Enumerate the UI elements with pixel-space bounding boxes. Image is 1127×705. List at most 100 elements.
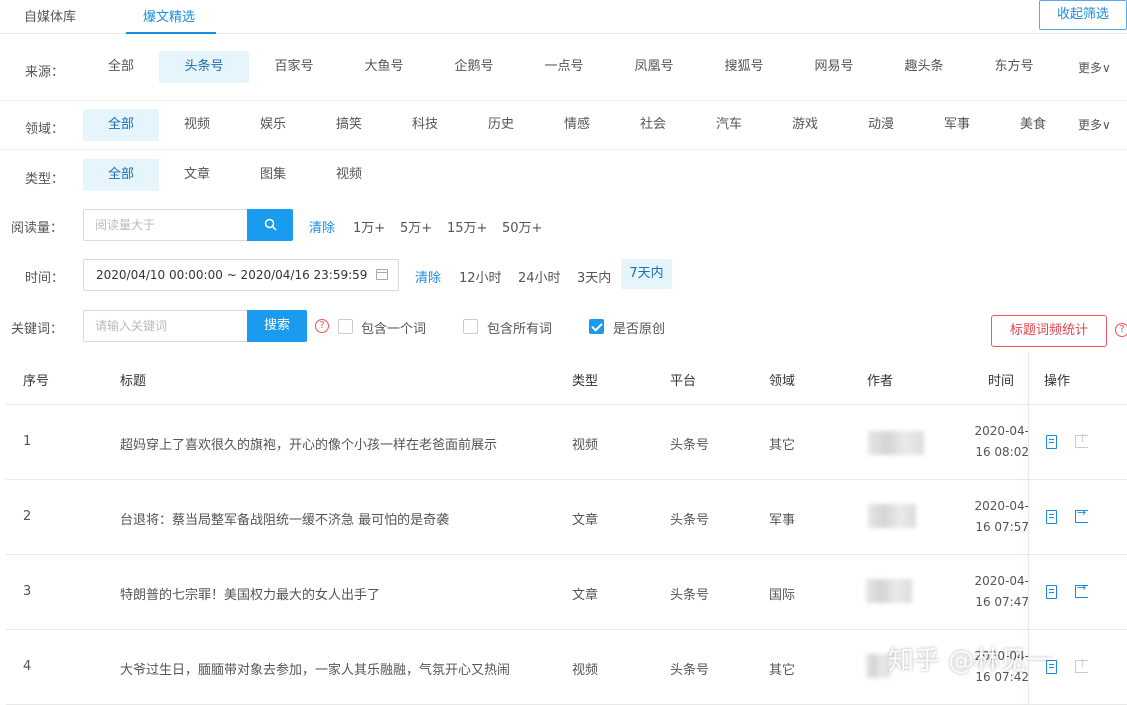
date-range-picker[interactable]: 2020/04/10 00:00:00 ~ 2020/04/16 23:59:5… [83,259,399,291]
domain-option-auto[interactable]: 汽车 [693,109,765,141]
time-preset-12h[interactable]: 12小时 [459,267,502,286]
source-option-qutoutiao[interactable]: 趣头条 [888,51,960,83]
row-platform: 头条号 [670,513,710,528]
col-title: 标题 [120,374,147,389]
source-option-qie[interactable]: 企鹅号 [438,51,510,83]
domain-option-entertainment[interactable]: 娱乐 [237,109,309,141]
col-domain: 领域 [769,374,796,389]
original-only-label: 是否原创 [613,322,666,337]
row-type: 视频 [572,438,599,453]
type-label: 类型： [25,172,65,187]
type-option-gallery[interactable]: 图集 [237,159,309,191]
time-clear-link[interactable]: 清除 [415,267,441,286]
domain-label: 领域： [25,122,65,137]
export-icon[interactable] [1075,581,1088,598]
help-icon[interactable]: ? [315,319,329,333]
watermark: 知乎 @林见一 [888,646,1053,676]
domain-option-tech[interactable]: 科技 [389,109,461,141]
calendar-icon [376,269,388,280]
search-icon [264,218,277,231]
author-blurred [868,431,924,455]
domain-option-anime[interactable]: 动漫 [845,109,917,141]
collapse-filters-button[interactable]: 收起筛选 [1039,0,1127,30]
source-option-sohu[interactable]: 搜狐号 [708,51,780,83]
reads-preset-150k[interactable]: 15万+ [447,217,487,236]
type-option-all[interactable]: 全部 [83,159,159,191]
table-row: 1 超妈穿上了喜欢很久的旗袍，开心的像个小孩一样在老爸面前展示 视频 头条号 其… [6,405,1127,480]
domain-option-all[interactable]: 全部 [83,109,159,141]
row-index: 4 [23,659,32,674]
reads-preset-10k[interactable]: 1万+ [353,217,385,236]
original-only-checkbox[interactable] [589,319,604,334]
export-icon[interactable] [1075,432,1088,448]
reads-search-button[interactable] [247,209,293,241]
view-detail-icon[interactable] [1046,435,1057,449]
source-option-fenghuang[interactable]: 凤凰号 [618,51,690,83]
type-option-article[interactable]: 文章 [161,159,233,191]
author-blurred [866,579,912,603]
tab-hot-articles[interactable]: 爆文精选 [143,6,195,25]
source-option-dongfang[interactable]: 东方号 [978,51,1050,83]
export-icon[interactable] [1075,657,1088,673]
domain-option-food[interactable]: 美食 [997,109,1069,141]
type-option-video[interactable]: 视频 [313,159,385,191]
source-option-baijia[interactable]: 百家号 [258,51,330,83]
reads-preset-500k[interactable]: 50万+ [502,217,542,236]
title-word-frequency-button[interactable]: 标题词频统计 [991,315,1107,347]
col-time: 时间 [988,374,1015,389]
row-title[interactable]: 台退将：蔡当局整军备战阻统一缓不济急 最可怕的是奇袭 [120,509,449,528]
reads-clear-link[interactable]: 清除 [309,217,335,236]
source-option-all[interactable]: 全部 [85,51,157,83]
time-preset-3d[interactable]: 3天内 [577,267,611,286]
reads-threshold-input[interactable] [83,209,248,241]
reads-preset-50k[interactable]: 5万+ [400,217,432,236]
row-title[interactable]: 大爷过生日，腼腼带对象去参加，一家人其乐融融，气氛开心又热闹 [120,659,510,678]
table-row: 2 台退将：蔡当局整军备战阻统一缓不济急 最可怕的是奇袭 文章 头条号 军事 2… [6,480,1127,555]
source-option-dayu[interactable]: 大鱼号 [348,51,420,83]
top-tab-bar: 自媒体库 爆文精选 收起筛选 [0,0,1127,34]
row-platform: 头条号 [670,663,710,678]
export-icon[interactable] [1075,506,1088,523]
domain-option-emotion[interactable]: 情感 [541,109,613,141]
source-option-wangyi[interactable]: 网易号 [798,51,870,83]
view-detail-icon[interactable] [1046,510,1057,524]
stats-help-icon[interactable]: ? [1115,323,1127,337]
row-platform: 头条号 [670,438,710,453]
tab-media-library[interactable]: 自媒体库 [24,6,76,25]
domain-option-history[interactable]: 历史 [465,109,537,141]
reads-label: 阅读量： [11,221,64,236]
contains-any-word-checkbox[interactable] [338,319,353,334]
row-domain: 军事 [769,513,796,528]
row-domain: 其它 [769,438,796,453]
row-time: 2020-04- 16 08:02 [974,424,1029,459]
row-time: 2020-04- 16 07:47 [974,574,1029,609]
domain-more-dropdown[interactable]: 更多∨ [1078,116,1111,133]
source-option-yidian[interactable]: 一点号 [528,51,600,83]
row-title[interactable]: 特朗普的七宗罪！美国权力最大的女人出手了 [120,584,380,603]
contains-all-words-checkbox[interactable] [463,319,478,334]
domain-option-society[interactable]: 社会 [617,109,689,141]
row-title[interactable]: 超妈穿上了喜欢很久的旗袍，开心的像个小孩一样在老爸面前展示 [120,434,497,453]
domain-option-funny[interactable]: 搞笑 [313,109,385,141]
keyword-filter-row: 关键词： 搜索 ? 包含一个词 包含所有词 是否原创 标题词频统计 ? [0,309,1127,347]
table-header: 序号 标题 类型 平台 领域 作者 时间 操作 [6,352,1127,405]
domain-option-game[interactable]: 游戏 [769,109,841,141]
time-preset-24h[interactable]: 24小时 [518,267,561,286]
domain-option-military[interactable]: 军事 [921,109,993,141]
time-preset-7d[interactable]: 7天内 [621,259,672,289]
keyword-input[interactable] [83,310,248,342]
row-type: 文章 [572,513,599,528]
active-tab-indicator [126,32,216,34]
source-more-dropdown[interactable]: 更多∨ [1078,59,1111,76]
domain-option-video[interactable]: 视频 [161,109,233,141]
row-type: 视频 [572,663,599,678]
domain-filter-row: 领域： 全部 视频 娱乐 搞笑 科技 历史 情感 社会 汽车 游戏 动漫 军事 … [0,102,1127,150]
view-detail-icon[interactable] [1046,585,1057,599]
date-range-value: 2020/04/10 00:00:00 ~ 2020/04/16 23:59:5… [96,268,368,282]
keyword-search-button[interactable]: 搜索 [247,310,307,342]
col-index: 序号 [23,374,50,389]
source-option-toutiao[interactable]: 头条号 [159,51,249,83]
source-label: 来源： [25,65,65,80]
row-index: 1 [23,434,32,449]
type-filter-row: 类型： 全部 文章 图集 视频 [0,152,1127,200]
